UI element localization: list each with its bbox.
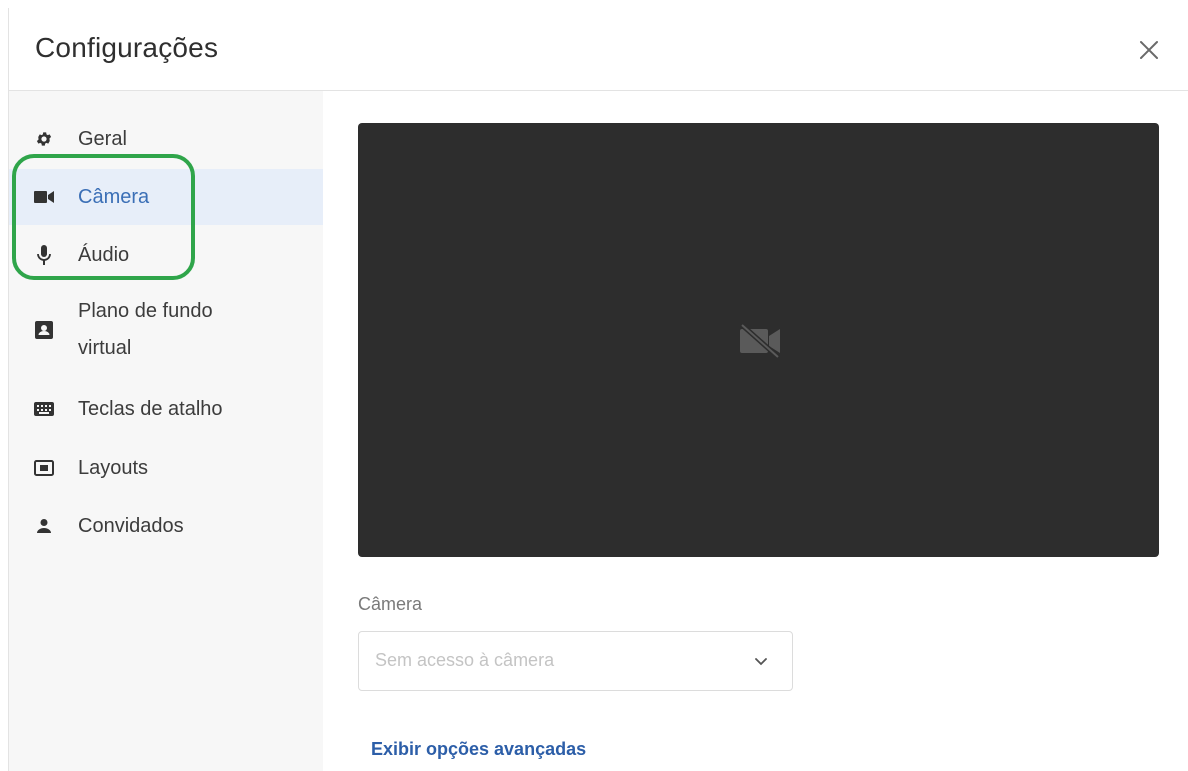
sidebar-item-virtual-background[interactable]: Plano de fundo virtual bbox=[9, 293, 323, 367]
camera-field-label: Câmera bbox=[358, 594, 423, 614]
sidebar-item-label-line2: virtual bbox=[78, 337, 132, 359]
dialog-header: Configurações bbox=[9, 8, 1188, 91]
sidebar-item-shortcuts[interactable]: Teclas de atalho bbox=[9, 389, 323, 429]
portrait-background-icon bbox=[33, 319, 55, 341]
settings-sidebar: Geral Câmera Áudio Plano de fundo virtua… bbox=[9, 91, 323, 771]
sidebar-item-camera[interactable]: Câmera bbox=[9, 169, 323, 225]
sidebar-item-geral[interactable]: Geral bbox=[9, 119, 323, 159]
sidebar-item-label: Convidados bbox=[78, 514, 184, 537]
chevron-down-icon bbox=[755, 658, 767, 666]
sidebar-item-label: Áudio bbox=[78, 243, 130, 266]
sidebar-item-audio[interactable]: Áudio bbox=[9, 235, 323, 275]
settings-dialog: Configurações Geral Câmera Áudio Plano d… bbox=[8, 8, 1188, 771]
close-icon bbox=[1140, 41, 1158, 59]
sidebar-item-label: Teclas de atalho bbox=[78, 397, 223, 420]
camera-select[interactable]: Sem acesso à câmera bbox=[358, 631, 793, 691]
sidebar-item-label: Geral bbox=[78, 127, 127, 150]
sidebar-item-label: Câmera bbox=[78, 185, 150, 208]
camera-preview bbox=[358, 123, 1159, 557]
close-button[interactable] bbox=[1133, 34, 1165, 66]
show-advanced-options-link[interactable]: Exibir opções avançadas bbox=[371, 739, 586, 760]
person-icon bbox=[33, 515, 55, 537]
layout-icon bbox=[33, 457, 55, 479]
dialog-title: Configurações bbox=[35, 32, 219, 63]
camera-off-icon bbox=[740, 323, 780, 359]
sidebar-item-guests[interactable]: Convidados bbox=[9, 506, 323, 546]
sidebar-item-label-line1: Plano de fundo bbox=[78, 300, 213, 322]
video-camera-icon bbox=[33, 186, 55, 208]
gear-icon bbox=[33, 128, 55, 150]
sidebar-item-label: Layouts bbox=[78, 456, 149, 479]
microphone-icon bbox=[33, 244, 55, 266]
keyboard-icon bbox=[33, 398, 55, 420]
sidebar-item-layouts[interactable]: Layouts bbox=[9, 448, 323, 488]
camera-select-value: Sem acesso à câmera bbox=[375, 650, 555, 670]
